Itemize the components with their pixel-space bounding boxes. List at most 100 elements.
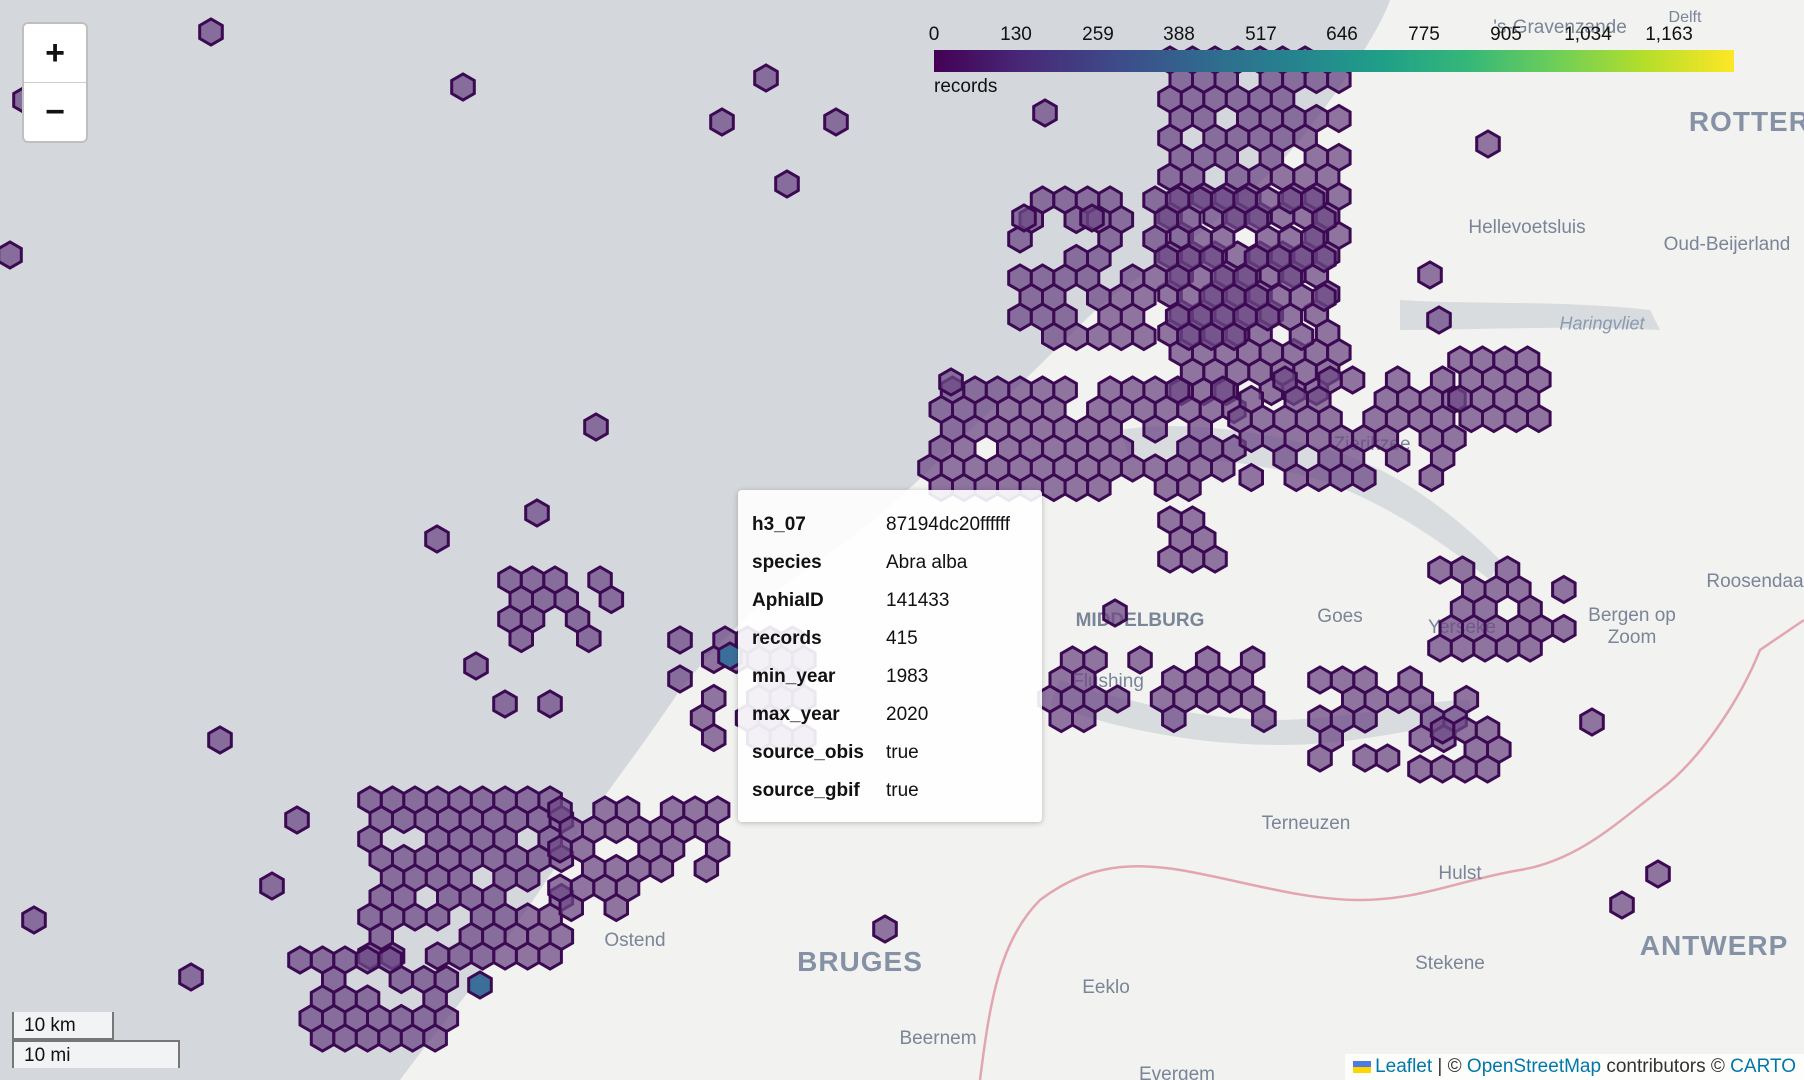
h3-cell[interactable] (701, 722, 727, 753)
h3-cell[interactable] (1311, 282, 1337, 313)
h3-cell[interactable] (1176, 321, 1202, 352)
h3-cell[interactable] (332, 1023, 358, 1053)
h3-cell[interactable] (463, 651, 489, 681)
h3-cell[interactable] (1011, 203, 1037, 233)
h3-cell[interactable] (424, 524, 450, 554)
carto-link[interactable]: CARTO (1730, 1056, 1796, 1077)
h3-cell[interactable] (1283, 462, 1309, 493)
h3-cell[interactable] (1176, 472, 1202, 503)
h3-cell[interactable] (402, 902, 428, 932)
h3-cell[interactable] (1063, 472, 1090, 503)
h3-cell[interactable] (1452, 754, 1478, 784)
h3-cell[interactable] (1179, 544, 1206, 574)
h3-cell[interactable] (1086, 321, 1112, 352)
h3-cell[interactable] (1210, 453, 1236, 483)
h3-cell[interactable] (1579, 707, 1605, 737)
h3-cell[interactable] (823, 107, 849, 137)
h3-cell[interactable] (514, 863, 541, 893)
h3-cell[interactable] (1418, 462, 1445, 493)
h3-cell[interactable] (1645, 859, 1671, 889)
h3-cell[interactable] (1063, 321, 1089, 352)
h3-cell[interactable] (1127, 645, 1153, 675)
h3-cell[interactable] (1427, 633, 1453, 663)
h3-cell[interactable] (1254, 302, 1281, 332)
h3-cell[interactable] (1339, 365, 1366, 395)
h3-cell[interactable] (1288, 321, 1315, 352)
h3-cell[interactable] (603, 814, 629, 845)
h3-cell[interactable] (1277, 185, 1303, 215)
h3-cell[interactable] (1427, 555, 1453, 585)
h3-cell[interactable] (0, 240, 23, 270)
h3-cell[interactable] (1221, 321, 1247, 352)
h3-cell[interactable] (1048, 703, 1074, 734)
h3-cell[interactable] (1238, 423, 1264, 454)
h3-cell[interactable] (1198, 321, 1225, 352)
h3-cell[interactable] (1386, 684, 1412, 715)
h3-cell[interactable] (259, 871, 285, 901)
h3-cell[interactable] (508, 623, 534, 654)
h3-cell[interactable] (598, 584, 625, 615)
h3-cell[interactable] (354, 1023, 381, 1053)
h3-cell[interactable] (1194, 684, 1221, 714)
h3-cell[interactable] (1503, 403, 1529, 434)
h3-cell[interactable] (284, 805, 310, 835)
h3-cell[interactable] (648, 853, 675, 884)
h3-cell[interactable] (1108, 321, 1135, 352)
h3-cell[interactable] (1007, 302, 1033, 332)
h3-cell[interactable] (1407, 754, 1433, 784)
h3-cell[interactable] (1551, 613, 1577, 644)
h3-cell[interactable] (492, 941, 518, 971)
h3-cell[interactable] (576, 623, 602, 654)
h3-cell[interactable] (1157, 544, 1183, 574)
h3-cell[interactable] (938, 367, 964, 397)
h3-cell[interactable] (399, 1023, 426, 1053)
h3-cell[interactable] (1551, 574, 1577, 605)
h3-cell[interactable] (1071, 703, 1097, 734)
h3-cell[interactable] (354, 945, 381, 975)
h3-cell[interactable] (467, 970, 493, 1000)
h3-cell[interactable] (1429, 715, 1456, 745)
h3-cell[interactable] (1384, 443, 1411, 473)
map-container[interactable]: Delft ROTTERD Hellevoetsluis Oud-Beijerl… (0, 0, 1804, 1080)
h3-cell[interactable] (693, 853, 720, 884)
h3-cell[interactable] (492, 689, 518, 719)
h3-cell[interactable] (1311, 243, 1337, 274)
h3-cell[interactable] (424, 941, 451, 971)
h3-cell[interactable] (872, 914, 898, 944)
h3-cell[interactable] (524, 498, 550, 528)
h3-cell[interactable] (178, 962, 204, 992)
h3-cell[interactable] (1086, 472, 1112, 503)
h3-cell[interactable] (1306, 462, 1332, 493)
h3-cell[interactable] (547, 834, 573, 864)
h3-cell[interactable] (514, 941, 541, 971)
h3-cell[interactable] (424, 902, 451, 932)
h3-cell[interactable] (309, 1023, 336, 1053)
h3-cell[interactable] (1458, 403, 1484, 434)
h3-cell[interactable] (1494, 633, 1521, 663)
h3-cell[interactable] (1472, 633, 1498, 663)
h3-cell[interactable] (447, 941, 473, 971)
zoom-in-button[interactable]: + (24, 24, 86, 82)
h3-cell[interactable] (1307, 665, 1333, 695)
h3-cell[interactable] (1351, 462, 1377, 493)
h3-cell[interactable] (422, 1023, 448, 1053)
h3-cell[interactable] (1202, 544, 1228, 574)
h3-cell[interactable] (1426, 305, 1452, 335)
h3-cell[interactable] (1328, 462, 1355, 493)
h3-cell[interactable] (709, 107, 735, 137)
h3-cell[interactable] (558, 892, 584, 923)
h3-cell[interactable] (1517, 633, 1543, 663)
leaflet-link[interactable]: Leaflet (1375, 1056, 1432, 1077)
h3-cell[interactable] (207, 725, 233, 755)
h3-cell[interactable] (1251, 703, 1277, 734)
h3-cell[interactable] (1041, 472, 1067, 503)
h3-cell[interactable] (774, 169, 800, 199)
h3-cell[interactable] (1417, 260, 1443, 290)
h3-cell[interactable] (1307, 743, 1333, 773)
h3-cell[interactable] (469, 941, 496, 971)
h3-cell[interactable] (753, 63, 779, 93)
h3-cell[interactable] (1104, 684, 1131, 714)
h3-cell[interactable] (1475, 129, 1501, 159)
h3-cell[interactable] (1326, 103, 1352, 134)
h3-cell[interactable] (1526, 403, 1552, 434)
